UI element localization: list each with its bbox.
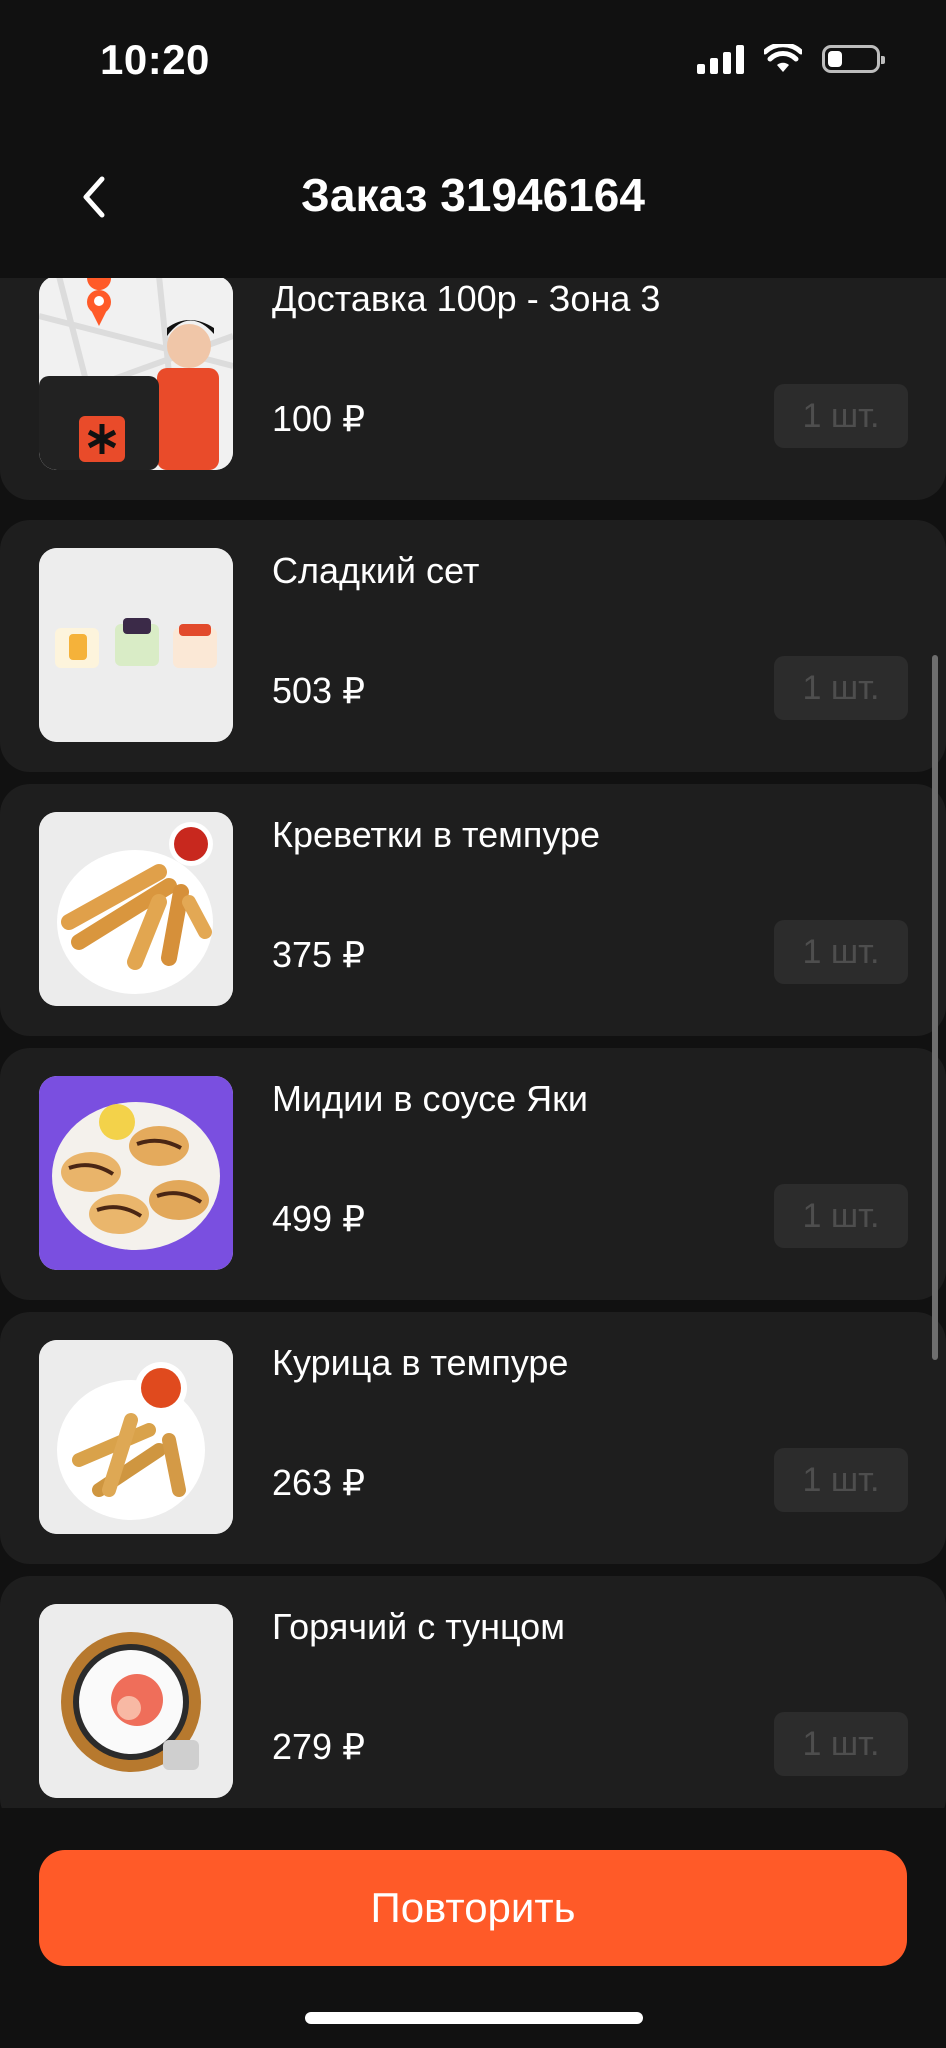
order-item-chicken[interactable]: Курица в темпуре 263 ₽ 1 шт. <box>0 1312 946 1564</box>
item-price: 263 ₽ <box>272 1462 365 1503</box>
item-price: 499 ₽ <box>272 1198 365 1239</box>
item-price: 100 ₽ <box>272 398 365 439</box>
scrollbar[interactable] <box>932 655 938 1360</box>
item-quantity: 1 шт. <box>774 1448 908 1512</box>
item-name: Сладкий сет <box>272 550 480 591</box>
item-price: 375 ₽ <box>272 934 365 975</box>
item-price: 503 ₽ <box>272 670 365 711</box>
status-bar: 10:20 <box>0 0 946 120</box>
item-name: Мидии в соусе Яки <box>272 1078 588 1119</box>
status-time: 10:20 <box>100 36 210 83</box>
item-name: Доставка 100р - Зона 3 <box>272 278 661 319</box>
battery-level <box>828 51 842 67</box>
order-item-delivery[interactable]: Доставка 100р - Зона 3 100 ₽ 1 шт. <box>0 278 946 500</box>
cellular-signal-icon <box>697 44 744 74</box>
item-quantity: 1 шт. <box>774 656 908 720</box>
item-name: Креветки в темпуре <box>272 814 601 855</box>
chicken-tempura-image <box>39 1340 233 1534</box>
wifi-icon <box>764 44 802 72</box>
hot-roll-tuna-image <box>39 1604 233 1798</box>
item-quantity: 1 шт. <box>774 1184 908 1248</box>
order-item-shrimp[interactable]: Креветки в темпуре 375 ₽ 1 шт. <box>0 784 946 1036</box>
home-indicator[interactable] <box>305 2012 643 2024</box>
mussels-image <box>39 1076 233 1270</box>
repeat-order-button[interactable]: Повторить <box>39 1850 907 1966</box>
order-item-hot-roll[interactable]: Горячий с тунцом 279 ₽ 1 шт. <box>0 1576 946 1808</box>
status-icons <box>697 44 885 74</box>
battery-icon <box>822 45 885 73</box>
item-name: Горячий с тунцом <box>272 1606 565 1647</box>
item-quantity: 1 шт. <box>774 920 908 984</box>
order-item-sweet-set[interactable]: Сладкий сет 503 ₽ 1 шт. <box>0 520 946 772</box>
order-item-mussels[interactable]: Мидии в соусе Яки 499 ₽ 1 шт. <box>0 1048 946 1300</box>
nav-header: Заказ 31946164 <box>0 120 946 280</box>
item-quantity: 1 шт. <box>774 1712 908 1776</box>
sweet-set-image <box>39 548 233 742</box>
page-title: Заказ 31946164 <box>301 169 645 221</box>
item-price: 279 ₽ <box>272 1726 365 1767</box>
bottom-bar: Повторить <box>0 1808 946 2048</box>
item-name: Курица в темпуре <box>272 1342 569 1383</box>
shrimp-tempura-image <box>39 812 233 1006</box>
delivery-courier-image <box>39 278 233 470</box>
order-items-list[interactable]: Доставка 100р - Зона 3 100 ₽ 1 шт. Сладк… <box>0 278 946 1808</box>
item-quantity: 1 шт. <box>774 384 908 448</box>
